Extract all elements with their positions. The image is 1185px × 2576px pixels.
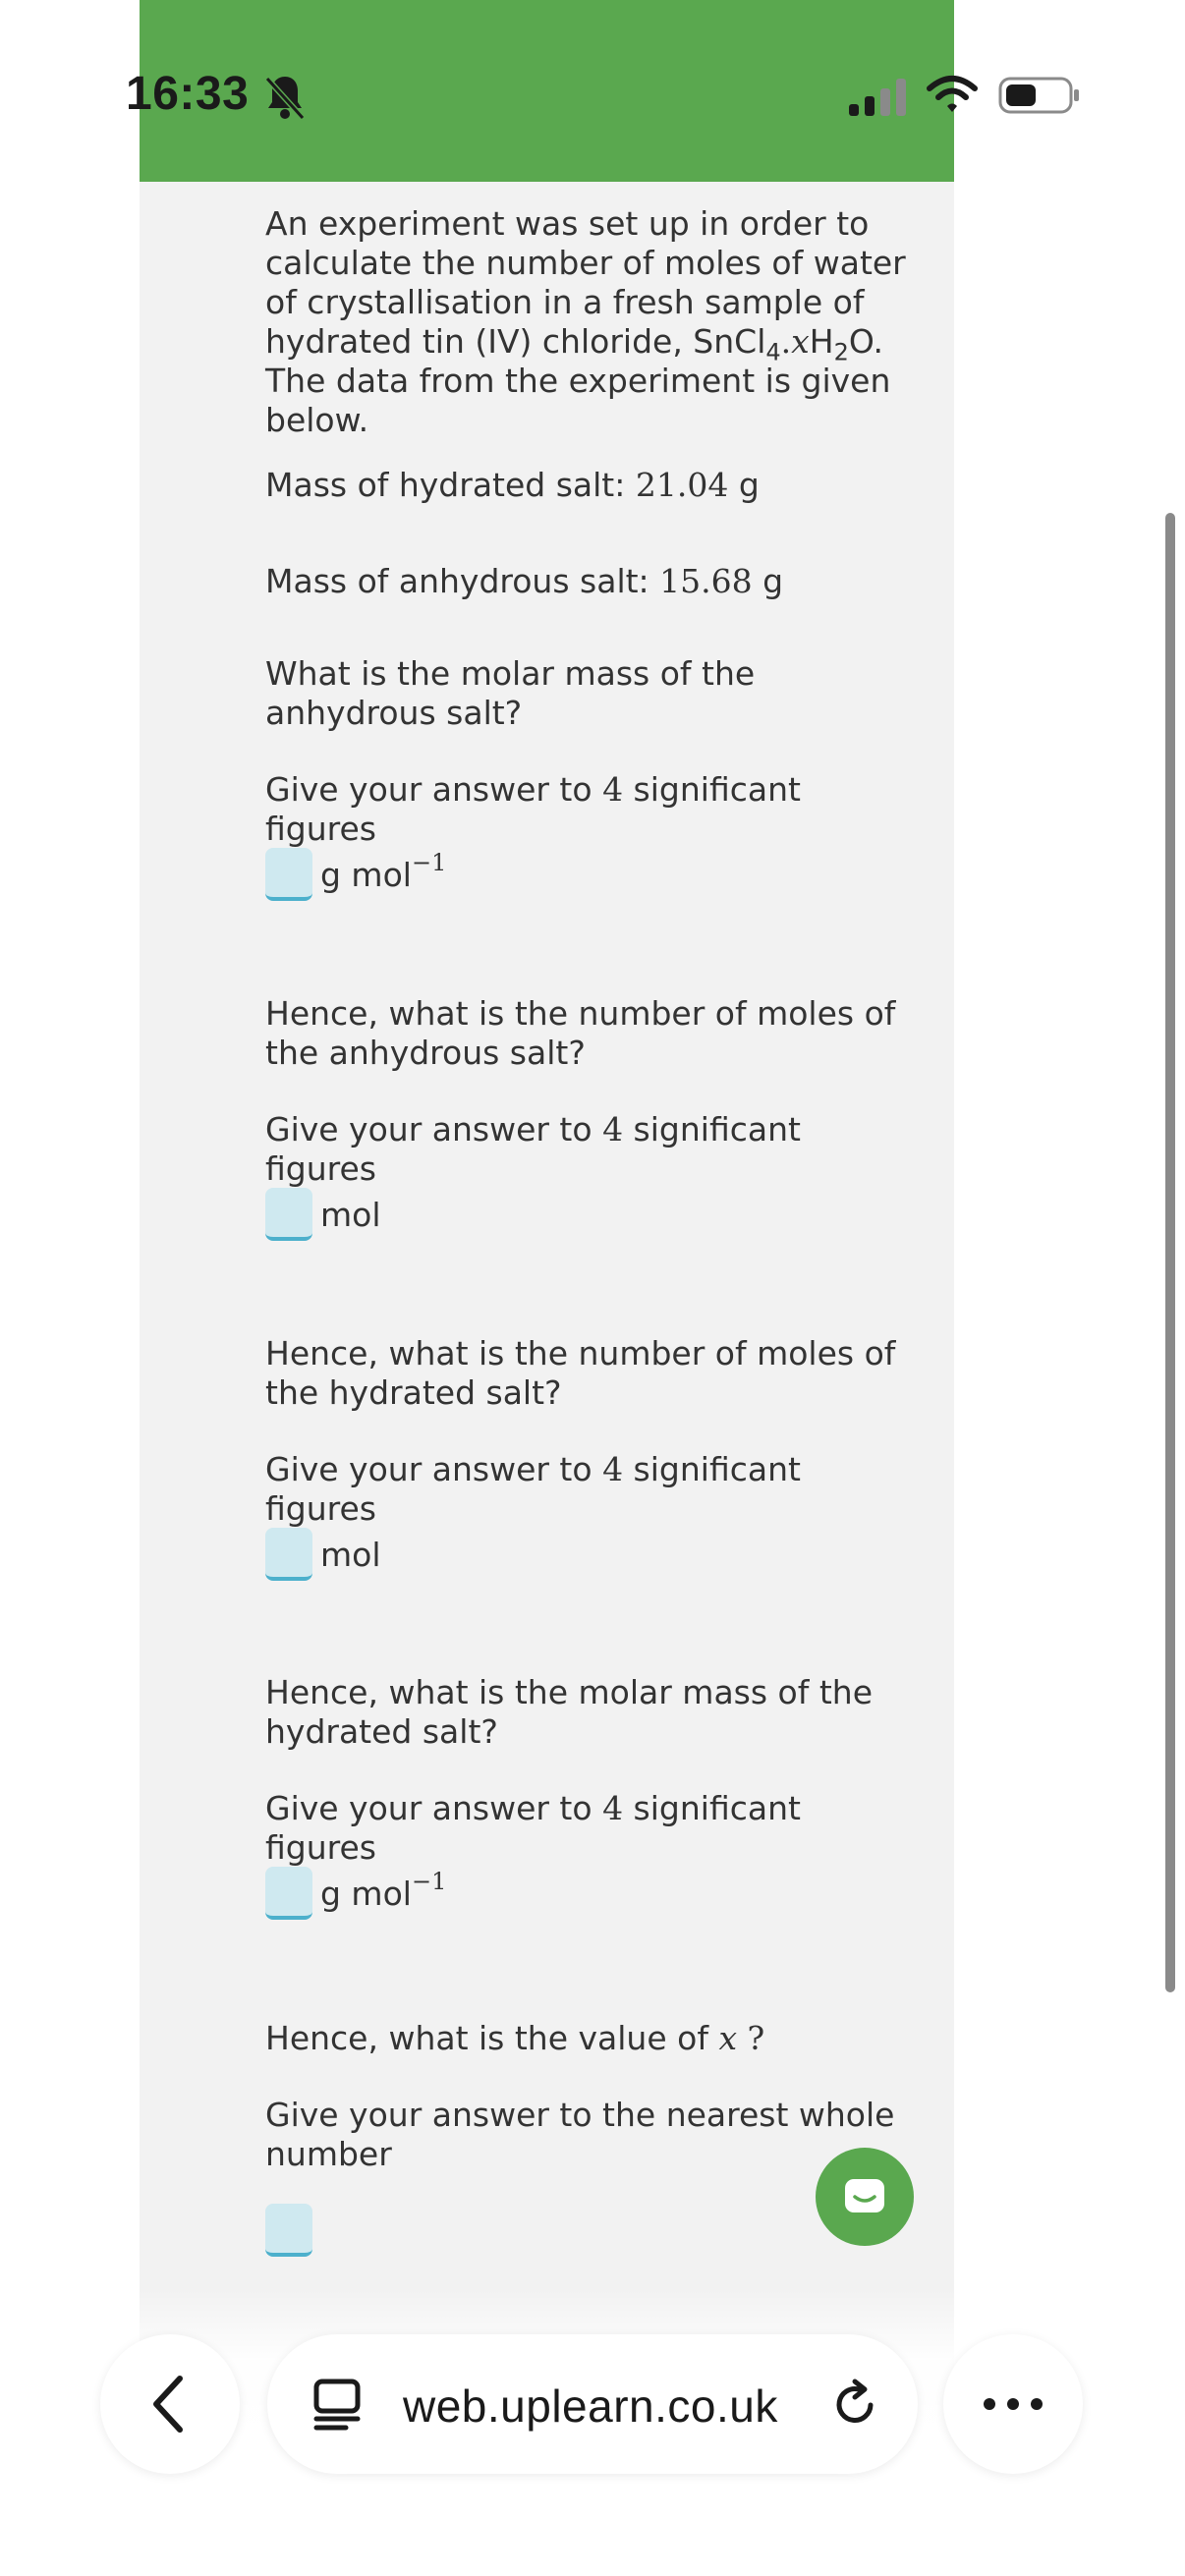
address-bar[interactable]: web.uplearn.co.uk bbox=[267, 2334, 918, 2474]
chat-button[interactable] bbox=[816, 2148, 914, 2246]
intro-paragraph: An experiment was set up in order to cal… bbox=[265, 204, 906, 439]
unit-label: mol bbox=[320, 1535, 381, 1574]
reader-icon[interactable] bbox=[310, 2378, 364, 2431]
answer-input[interactable] bbox=[265, 2204, 312, 2257]
question-1-answer: g mol−1 bbox=[265, 845, 446, 904]
unit-label: mol bbox=[320, 1195, 381, 1234]
question-5-answer bbox=[265, 2201, 320, 2260]
wifi-icon bbox=[927, 76, 978, 112]
signal-icon bbox=[849, 79, 906, 116]
mass-anhydrous: Mass of anhydrous salt: 15.68 g bbox=[265, 562, 784, 600]
answer-input[interactable] bbox=[265, 848, 312, 901]
question-4-instruction: Give your answer to 4 significant figure… bbox=[265, 1789, 801, 1867]
question-1-instruction: Give your answer to 4 significant figure… bbox=[265, 770, 801, 848]
back-button[interactable] bbox=[100, 2334, 240, 2474]
chat-icon bbox=[845, 2179, 884, 2212]
unit-label: g mol−1 bbox=[320, 848, 447, 894]
more-dots-icon bbox=[984, 2398, 1043, 2410]
question-2-instruction: Give your answer to 4 significant figure… bbox=[265, 1110, 801, 1188]
question-3-prompt: Hence, what is the number of moles of th… bbox=[265, 1334, 896, 1412]
answer-input[interactable] bbox=[265, 1188, 312, 1241]
url-text: web.uplearn.co.uk bbox=[403, 2380, 778, 2432]
question-2-answer: mol bbox=[265, 1185, 381, 1244]
answer-input[interactable] bbox=[265, 1528, 312, 1581]
status-time: 16:33 bbox=[126, 68, 250, 120]
question-3-answer: mol bbox=[265, 1525, 381, 1584]
reload-icon[interactable] bbox=[829, 2378, 882, 2431]
question-5-instruction: Give your answer to the nearest whole nu… bbox=[265, 2096, 895, 2173]
answer-input[interactable] bbox=[265, 1867, 312, 1920]
mass-hydrated: Mass of hydrated salt: 21.04 g bbox=[265, 466, 760, 504]
app-header bbox=[140, 0, 954, 182]
unit-label: g mol−1 bbox=[320, 1867, 447, 1913]
bell-slash-icon bbox=[264, 76, 306, 121]
battery-icon bbox=[998, 77, 1079, 114]
question-4-prompt: Hence, what is the molar mass of the hyd… bbox=[265, 1673, 873, 1751]
question-3-instruction: Give your answer to 4 significant figure… bbox=[265, 1450, 801, 1528]
back-chevron-icon bbox=[153, 2376, 183, 2433]
more-button[interactable] bbox=[943, 2334, 1083, 2474]
question-5-prompt: Hence, what is the value of x ? bbox=[265, 2019, 765, 2057]
question-2-prompt: Hence, what is the number of moles of th… bbox=[265, 994, 896, 1072]
scrollbar[interactable] bbox=[1165, 513, 1175, 1992]
question-4-answer: g mol−1 bbox=[265, 1864, 446, 1923]
question-1-prompt: What is the molar mass of the anhydrous … bbox=[265, 654, 756, 732]
